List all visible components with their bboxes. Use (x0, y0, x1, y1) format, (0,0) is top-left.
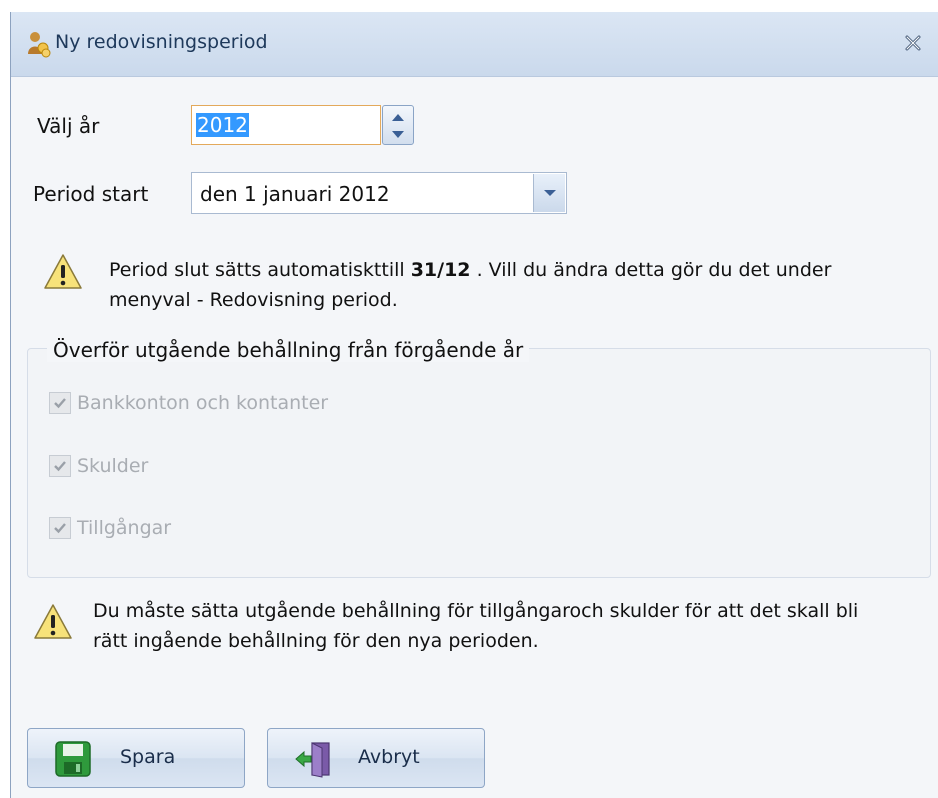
checkmark-icon (54, 523, 66, 534)
warning-icon (44, 254, 82, 289)
info-message: Period slut sätts automatiskttill 31/12 … (109, 255, 831, 315)
year-input[interactable]: 2012 (191, 105, 381, 145)
year-up-button[interactable] (385, 108, 411, 125)
dialog-window: Ny redovisningsperiod Välj år 2012 Perio… (10, 12, 938, 798)
period-start-value: den 1 januari 2012 (200, 182, 390, 206)
checkbox-bank-accounts[interactable]: Bankkonton och kontanter (49, 390, 328, 416)
cancel-label: Avbryt (358, 746, 420, 768)
year-label: Välj år (37, 114, 100, 138)
dropdown-button[interactable] (533, 174, 565, 212)
cancel-button[interactable]: Avbryt (267, 728, 485, 788)
checkbox-label: Skulder (77, 455, 149, 477)
year-down-button[interactable] (385, 126, 411, 143)
checkbox-assets[interactable]: Tillgångar (49, 515, 171, 541)
warning-icon (34, 604, 72, 639)
info-text-line2: menyval - Redovisning period. (109, 289, 398, 311)
chevron-down-icon (543, 190, 556, 196)
carry-over-group (27, 348, 931, 578)
checkbox-debts[interactable]: Skulder (49, 453, 148, 479)
carry-over-title: Överför utgående behållning från förgåen… (47, 338, 530, 362)
checkmark-icon (54, 398, 66, 409)
window-title: Ny redovisningsperiod (55, 31, 268, 53)
period-start-label: Period start (33, 182, 149, 206)
checkbox[interactable] (49, 455, 71, 477)
period-start-dropdown[interactable]: den 1 januari 2012 (191, 172, 567, 214)
checkbox-label: Tillgångar (77, 517, 172, 539)
info-text-end: . Vill du ändra detta gör du det under (470, 259, 832, 281)
checkbox[interactable] (49, 392, 71, 414)
exit-door-icon (295, 742, 330, 778)
checkmark-icon (54, 461, 66, 472)
warning-text-line1: Du måste sätta utgående behållning för t… (93, 600, 859, 622)
info-text-start: Period slut sätts automatiskttill (109, 259, 411, 281)
info-date: 31/12 (410, 259, 471, 281)
close-icon (905, 35, 921, 51)
year-spinner[interactable] (382, 105, 414, 145)
floppy-disk-icon (55, 741, 91, 777)
year-value: 2012 (196, 113, 249, 137)
save-label: Spara (120, 746, 176, 768)
close-button[interactable] (898, 28, 928, 58)
user-coins-icon (28, 32, 51, 58)
arrow-down-icon (392, 130, 404, 138)
arrow-up-icon (392, 113, 404, 121)
warning-message: Du måste sätta utgående behållning för t… (93, 596, 858, 656)
warning-text-line2: rätt ingående behållning för den nya per… (93, 630, 539, 652)
checkbox[interactable] (49, 517, 71, 539)
checkbox-label: Bankkonton och kontanter (77, 392, 329, 414)
title-bar: Ny redovisningsperiod (11, 12, 938, 77)
save-button[interactable]: Spara (27, 728, 245, 788)
